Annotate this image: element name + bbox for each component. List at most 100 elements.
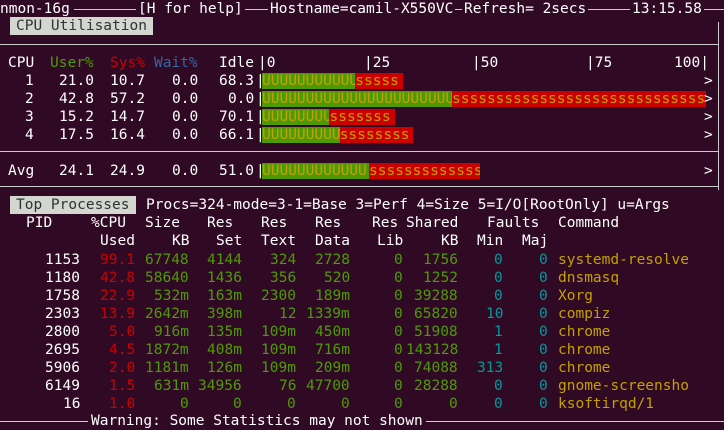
- process-size: 1872m: [145, 342, 189, 358]
- process-pid: 1758: [45, 288, 80, 304]
- col-sub-used: Used: [100, 233, 135, 249]
- process-pid: 2800: [45, 324, 80, 340]
- process-res-data: 520: [324, 270, 351, 286]
- process-cpu: 1.0: [109, 396, 136, 412]
- cpu-mid-rule: [0, 151, 718, 152]
- col-header-res-lib: Res: [372, 215, 399, 231]
- process-res-set: 398m: [207, 306, 242, 322]
- process-pid: 2303: [45, 306, 80, 322]
- col-header-shared: Shared: [406, 215, 459, 231]
- bar-left-edge: |: [256, 109, 265, 125]
- process-command[interactable]: chrome: [558, 341, 610, 359]
- col-sub-min: Min: [477, 233, 504, 249]
- avg-sys-bar: sssssssssssss: [369, 163, 480, 179]
- process-command[interactable]: ksoftirqd/1: [558, 395, 654, 413]
- refresh-rate: Refresh= 2secs: [462, 0, 589, 18]
- help-hint[interactable]: [H for help]: [136, 0, 245, 18]
- process-res-data: 450m: [315, 324, 350, 340]
- process-res-lib: 0: [394, 306, 403, 322]
- process-res-text: 2300: [261, 288, 296, 304]
- process-shared: 28288: [414, 378, 458, 394]
- col-header-res-set: Res: [207, 215, 234, 231]
- bar-left-edge: |: [256, 163, 265, 179]
- process-size: 532m: [154, 288, 189, 304]
- process-res-lib: 0: [394, 324, 403, 340]
- col-header-command: Command: [558, 215, 620, 231]
- avg-idle-value: 51.0: [219, 163, 254, 179]
- process-command[interactable]: systemd-resolve: [558, 251, 689, 269]
- process-command[interactable]: compiz: [558, 305, 610, 323]
- cpu4-user-bar: UUUUUUUUU: [262, 127, 340, 143]
- cpu1-sys-bar: sssss: [355, 73, 403, 89]
- process-faults-maj: 0: [539, 270, 548, 286]
- process-shared: 143128: [406, 342, 459, 358]
- process-res-lib: 0: [394, 252, 403, 268]
- bar-end-marker: >: [704, 91, 713, 107]
- cpu-sys-value: 57.2: [110, 91, 145, 107]
- process-res-text: 0: [287, 396, 296, 412]
- cpu2-sys-bar: sssssssssssssssssssssssssssss: [452, 91, 706, 107]
- col-header-cpu: %CPU: [91, 215, 126, 231]
- hostname: Hostname=camil-X550VC: [268, 0, 456, 18]
- process-command[interactable]: Xorg: [558, 287, 593, 305]
- process-command[interactable]: chrome: [558, 359, 610, 377]
- process-faults-maj: 0: [539, 324, 548, 340]
- cpu-id: 2: [25, 91, 34, 107]
- col-header-res-data: Res: [315, 215, 342, 231]
- process-res-data: 47700: [306, 378, 350, 394]
- cpu-wait-value: 0.0: [172, 73, 199, 89]
- process-faults-maj: 0: [539, 360, 548, 376]
- process-faults-min: 0: [494, 288, 503, 304]
- process-res-text: 12: [279, 306, 297, 322]
- process-res-set: 1436: [207, 270, 242, 286]
- process-faults-maj: 0: [539, 396, 548, 412]
- process-faults-maj: 0: [539, 306, 548, 322]
- col-sub-shared-kb: KB: [441, 233, 459, 249]
- process-res-data: 2728: [315, 252, 350, 268]
- cpu-col-header: CPU: [8, 55, 35, 71]
- col-sub-set: Set: [216, 233, 243, 249]
- process-faults-maj: 0: [539, 378, 548, 394]
- process-cpu: 42.8: [100, 270, 135, 286]
- avg-sys-value: 24.9: [110, 163, 145, 179]
- bar-end-marker: >: [704, 109, 713, 125]
- bar-left-edge: |: [256, 73, 265, 89]
- process-res-set: 34956: [198, 378, 242, 394]
- process-shared: 51908: [414, 324, 458, 340]
- process-pid: 1153: [45, 252, 80, 268]
- process-pid: 16: [63, 396, 81, 412]
- cpu-top-rule: [0, 44, 718, 45]
- process-faults-maj: 0: [539, 342, 548, 358]
- process-faults-min: 313: [477, 360, 504, 376]
- process-res-data: 716m: [315, 342, 350, 358]
- cpu-sys-value: 16.4: [110, 127, 145, 143]
- avg-user-bar: UUUUUUUUUUUU: [262, 163, 369, 179]
- process-command[interactable]: chrome: [558, 323, 610, 341]
- cpu-idle-value: 66.1: [219, 127, 254, 143]
- process-res-lib: 0: [394, 288, 403, 304]
- process-faults-min: 0: [494, 378, 503, 394]
- process-faults-min: 0: [494, 270, 503, 286]
- process-shared: 0: [449, 396, 458, 412]
- process-res-lib: 0: [394, 270, 403, 286]
- process-res-lib: 0: [394, 378, 403, 394]
- process-faults-min: 1: [494, 324, 503, 340]
- process-pid: 5906: [45, 360, 80, 376]
- scale-tick-label: |75: [586, 55, 613, 71]
- process-res-text: 109m: [261, 360, 296, 376]
- process-command[interactable]: dnsmasq: [558, 269, 619, 287]
- process-res-data: 209m: [315, 360, 350, 376]
- cpu-section-title: CPU Utilisation: [10, 17, 153, 35]
- cpu-id: 3: [25, 109, 34, 125]
- cpu-bottom-rule: [0, 186, 718, 187]
- sys-col-header: Sys%: [110, 55, 145, 71]
- cpu1-user-bar: UUUUUUUUUUU: [262, 73, 356, 89]
- bar-end-marker: >: [704, 73, 713, 89]
- col-header-size: Size: [145, 215, 180, 231]
- process-res-lib: 0: [394, 396, 403, 412]
- col-header-res-text: Res: [261, 215, 288, 231]
- bar-end-marker: >: [704, 127, 713, 143]
- user-col-header: User%: [50, 55, 94, 71]
- process-command[interactable]: gnome-screensho: [558, 377, 689, 395]
- clock: 13:15.58: [630, 0, 704, 18]
